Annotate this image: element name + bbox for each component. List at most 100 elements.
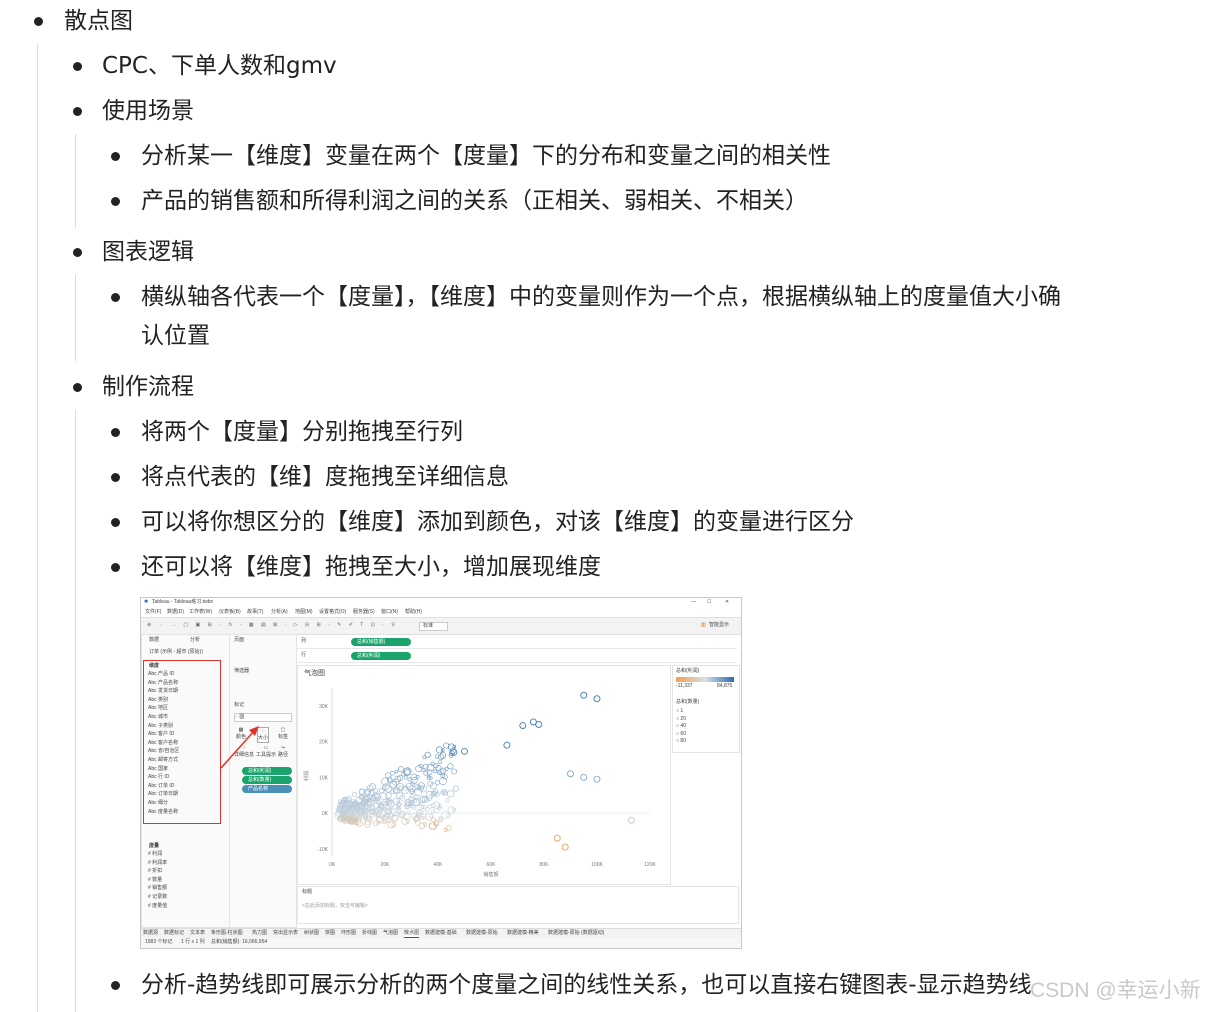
rows-pill[interactable]: 总和(利润) (351, 652, 411, 660)
rows-shelf[interactable]: 行 总和(利润) (297, 650, 737, 663)
mark-button-label: 标签 (278, 734, 289, 740)
scatter-point (415, 765, 423, 773)
scatter-point (385, 772, 392, 779)
sheet-tab[interactable]: 突出显示表 (273, 930, 298, 937)
columns-pill[interactable]: 总和(销售额) (351, 638, 411, 646)
minimize-icon[interactable]: — (691, 599, 696, 606)
menu-item[interactable]: 仪表板(B) (219, 609, 241, 616)
outline-item: 使用场景 (102, 98, 194, 124)
measure-field[interactable]: # 利润率 (148, 860, 167, 867)
scatter-point (422, 755, 427, 760)
size-legend-item: ○ 20 (676, 715, 686, 722)
sheet-tab[interactable]: 散点图 (404, 930, 420, 938)
pages-label: 页面 (234, 637, 245, 643)
menu-item[interactable]: 窗口(N) (381, 609, 398, 616)
scatter-point (561, 843, 569, 851)
bullet (73, 383, 82, 392)
chart-icon: ▥ (701, 622, 706, 628)
size-legend-item: ○ 1 (676, 708, 684, 714)
indent-guide (75, 275, 76, 361)
label-button[interactable]: ▢ 标签 (278, 727, 288, 741)
indent-guide (75, 134, 76, 228)
sheet-tab[interactable]: 饼图 (325, 930, 335, 937)
scatter-point (433, 807, 440, 814)
scatter-point (447, 806, 456, 814)
menu-item[interactable]: 数据(D) (167, 609, 184, 616)
mark-pill-size[interactable]: 总和(数量) (242, 776, 292, 784)
outline-item: CPC、下单人数和gmv (102, 53, 337, 79)
sheet-tab[interactable]: 数据建模-原始 (数据驱动) (548, 930, 604, 937)
caption-label: 标题 (302, 889, 313, 895)
sheet-tab[interactable]: 数据建模-基础 (425, 930, 457, 937)
scatter-point (414, 794, 419, 799)
bullet (111, 428, 120, 437)
measure-field[interactable]: # 利润 (148, 851, 162, 858)
bullet (111, 293, 120, 302)
scatter-point (439, 752, 447, 759)
bullet (111, 981, 120, 990)
measure-field[interactable]: # 销售额 (148, 885, 167, 892)
data-tab[interactable]: 数据 (149, 637, 159, 644)
scatter-point (593, 775, 601, 783)
x-tick-label: 100K (591, 862, 603, 868)
columns-shelf[interactable]: 列 总和(销售额) (297, 636, 737, 649)
analysis-tab[interactable]: 分析 (190, 637, 200, 644)
sheet-tab[interactable]: 热力图 (252, 930, 267, 937)
path-button[interactable]: ⤳ 路径 (278, 745, 288, 759)
scatter-point (451, 768, 457, 775)
outline-item-wrap: 认位置 (141, 323, 210, 349)
shelves-pane: 页面 筛选器 标记 ◌ 圆 ▦ 颜色 ◌ 大小 ▢ 标签 ⁘ 详细信息 ▭ 工具提示 ⤳ 路… (229, 634, 297, 928)
sheet-tab[interactable]: 数据建模-精美 (507, 930, 539, 937)
scatter-point (422, 763, 429, 770)
sheet-tab[interactable]: 折线图 (362, 930, 377, 937)
menu-item[interactable]: 文件(F) (145, 609, 161, 616)
color-max: 84,875 (717, 683, 733, 689)
bullet (111, 197, 120, 206)
outline-item: 制作流程 (102, 374, 194, 400)
menu-item[interactable]: 地图(M) (295, 609, 313, 616)
bullet (111, 563, 120, 572)
y-axis-label: 利润 (303, 771, 310, 781)
sheet-tab[interactable]: 数据源 (143, 930, 158, 937)
fit-select[interactable]: 标准 (419, 622, 449, 631)
size-legend-title: 总和(数量) (676, 699, 700, 705)
sheet-tab[interactable]: 气泡图 (383, 930, 398, 937)
sheet-tab[interactable]: 树状图 (304, 930, 319, 937)
measure-field[interactable]: # 度量值 (148, 903, 167, 910)
mark-pill-detail[interactable]: 产品名称 (242, 785, 292, 793)
sheet-tab[interactable]: 环形图 (341, 930, 356, 937)
measure-field[interactable]: # 记录数 (148, 894, 167, 901)
y-tick-label: 10K (319, 775, 329, 781)
menu-item[interactable]: 帮助(H) (405, 609, 422, 616)
close-icon[interactable]: ✕ (725, 599, 729, 606)
sheet-tab[interactable]: 数据建模-原始 (466, 930, 498, 937)
scatter-point (446, 790, 455, 798)
scatter-point (424, 751, 431, 758)
datasource-name[interactable]: 订单 (示例 - 超市 (原始)) (149, 649, 203, 656)
scatter-point (535, 721, 543, 728)
measure-field[interactable]: # 数量 (148, 877, 162, 884)
sheet-tab[interactable]: 数据标记 (164, 930, 184, 937)
smart-show-button[interactable]: 智能显示 (709, 622, 729, 629)
scatter-point (434, 780, 440, 786)
menu-item[interactable]: 服务器(S) (353, 609, 375, 616)
menu-bar: 文件(F) 数据(D) 工作表(W) 仪表板(B) 故事(T) 分析(A) 地图… (141, 608, 741, 617)
menu-item[interactable]: 设置格式(O) (319, 609, 346, 616)
x-tick-label: 40K (434, 862, 444, 868)
menu-item[interactable]: 工作表(W) (189, 609, 212, 616)
sheet-tab[interactable]: 条形图-柱状图 (211, 930, 243, 937)
scatter-point (433, 769, 438, 774)
app-icon: ✱ (144, 599, 149, 605)
sheet-tab[interactable]: 文本表 (190, 930, 205, 937)
menu-item[interactable]: 故事(T) (247, 609, 263, 616)
toolbar-icons[interactable]: ⊕ ← → ▢ ▣ ⊞ · ↻ · ▦ ▤ ⊠ · ▷ ⊟ ⊞ · ✎ ✐ T … (147, 622, 398, 629)
measure-field[interactable]: # 折扣 (148, 868, 162, 875)
caption-text[interactable]: <在此添加标题，双击可编辑> (302, 903, 368, 910)
menu-item[interactable]: 分析(A) (271, 609, 288, 616)
y-tick-label: 30K (319, 704, 329, 710)
legends-pane: 总和(利润) -11,337 84,875 总和(数量) ○ 1 ○ 20 ○ 40… (672, 665, 740, 753)
y-tick-label: 20K (319, 740, 329, 746)
maximize-icon[interactable]: ☐ (707, 599, 711, 606)
status-marks: 1983 个标记 (145, 939, 173, 945)
indent-guide (37, 44, 38, 1012)
